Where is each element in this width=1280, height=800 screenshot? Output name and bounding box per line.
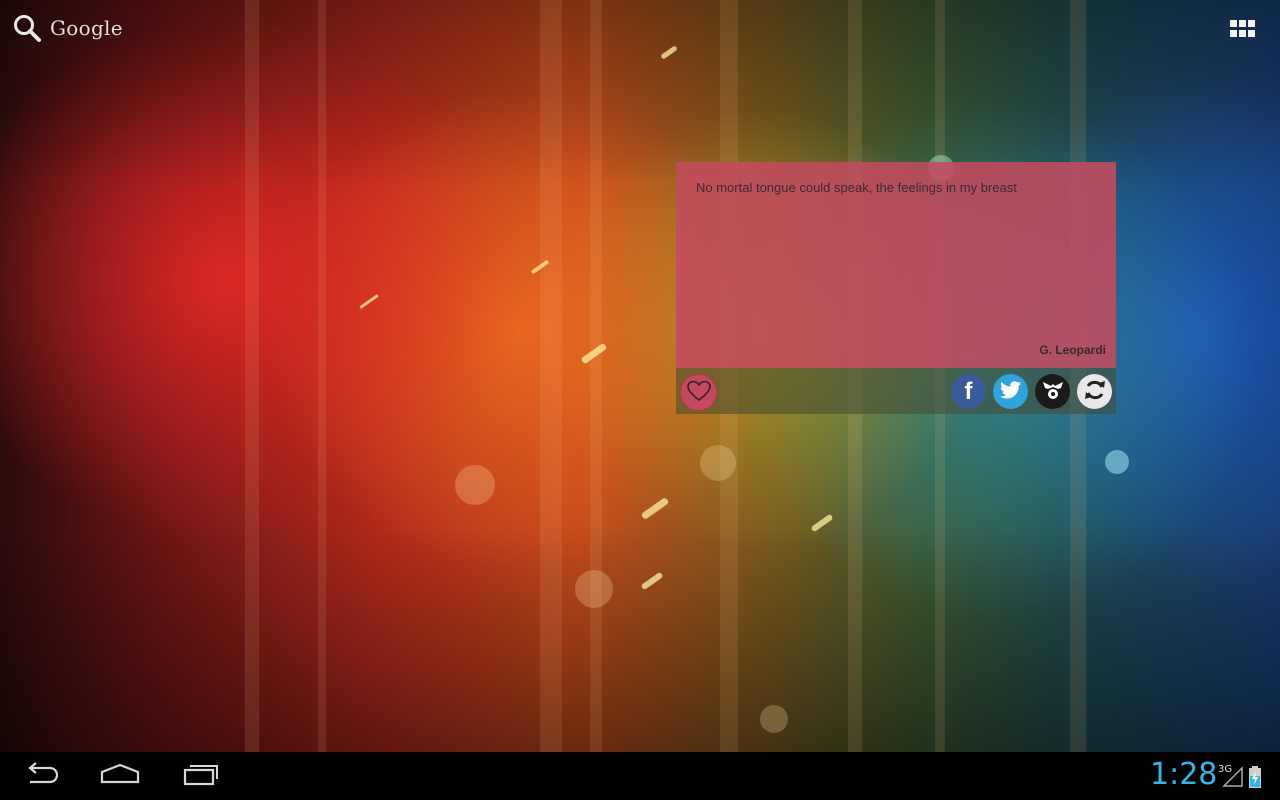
google-search-bar[interactable]: Google — [12, 12, 123, 44]
quote-action-bar: f — [676, 368, 1116, 414]
tumblr-share-button[interactable] — [1035, 374, 1070, 409]
home-icon — [100, 762, 140, 790]
back-icon — [24, 762, 60, 790]
favorite-button[interactable] — [680, 374, 717, 411]
quote-text: No mortal tongue could speak, the feelin… — [696, 180, 1017, 195]
apps-grid-icon[interactable] — [1228, 18, 1258, 40]
google-search-label: Google — [50, 16, 123, 40]
quote-widget: No mortal tongue could speak, the feelin… — [676, 162, 1116, 414]
recent-apps-button[interactable] — [182, 762, 220, 790]
twitter-share-button[interactable] — [993, 374, 1028, 409]
tumblr-icon — [1041, 379, 1065, 405]
back-button[interactable] — [24, 762, 60, 790]
facebook-icon: f — [964, 377, 973, 405]
system-navigation-bar — [0, 752, 1280, 800]
home-button[interactable] — [100, 762, 140, 790]
search-icon — [12, 13, 42, 43]
battery-charging-icon — [1248, 766, 1262, 792]
refresh-button[interactable] — [1077, 374, 1112, 409]
heart-icon — [686, 380, 711, 406]
quote-author: G. Leopardi — [1039, 343, 1106, 357]
refresh-icon — [1083, 378, 1107, 406]
twitter-icon — [999, 380, 1022, 403]
recent-apps-icon — [182, 762, 220, 790]
quote-card: No mortal tongue could speak, the feelin… — [676, 162, 1116, 368]
facebook-share-button[interactable]: f — [951, 374, 986, 409]
signal-icon — [1222, 766, 1244, 792]
status-clock[interactable]: 1:28 — [1150, 757, 1217, 792]
